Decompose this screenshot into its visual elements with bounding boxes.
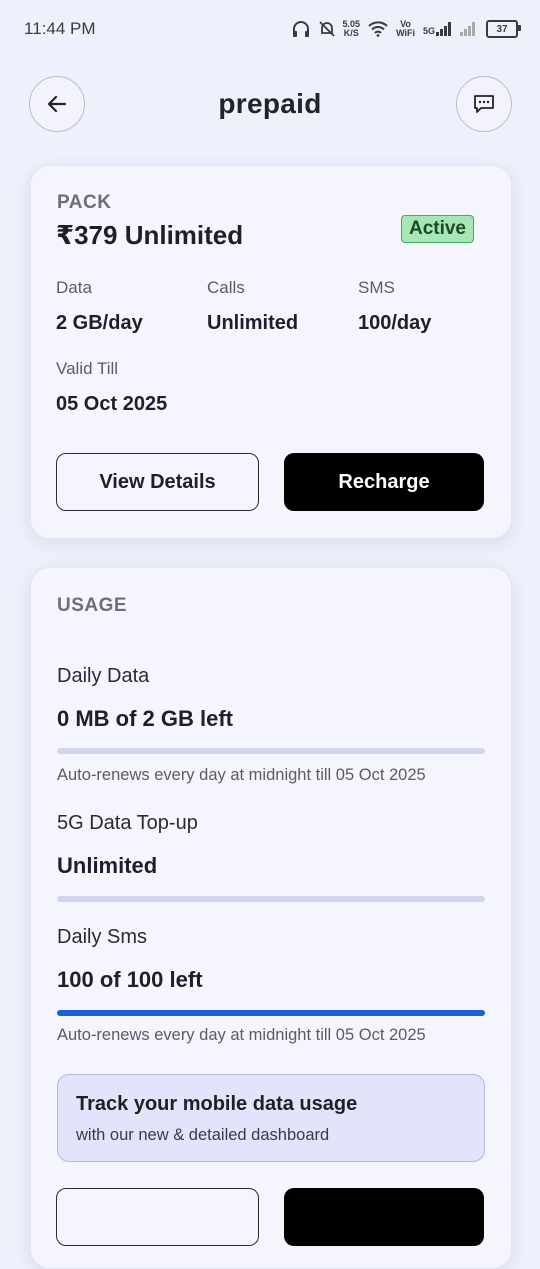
sms-label: SMS bbox=[358, 278, 395, 297]
valid-label: Valid Till bbox=[56, 359, 119, 378]
daily-sms-note: Auto-renews every day at midnight till 0… bbox=[57, 1026, 426, 1044]
mute-bell-icon bbox=[318, 21, 335, 37]
pack-card: PACK ₹379 Unlimited Active Data 2 GB/day… bbox=[30, 165, 512, 539]
status-icons: 5.05 K/S Vo WiFi 5G 37 bbox=[291, 20, 521, 38]
signal-weak-icon bbox=[460, 22, 475, 36]
view-details-button[interactable]: View Details bbox=[56, 453, 259, 511]
daily-sms-label: Daily Sms bbox=[57, 926, 148, 948]
topup-label: 5G Data Top-up bbox=[57, 812, 198, 834]
daily-sms-progress-fill bbox=[57, 1010, 485, 1016]
chat-button[interactable] bbox=[456, 76, 512, 132]
chat-icon bbox=[474, 95, 494, 113]
usage-primary-button[interactable] bbox=[284, 1188, 484, 1246]
topup-progress bbox=[57, 896, 485, 902]
data-stat: Data 2 GB/day bbox=[56, 278, 143, 335]
usage-card: USAGE Daily Data 0 MB of 2 GB left Auto-… bbox=[30, 567, 512, 1269]
daily-data-value: 0 MB of 2 GB left bbox=[57, 706, 234, 731]
calls-stat: Calls Unlimited bbox=[207, 278, 298, 335]
sms-stat: SMS 100/day bbox=[358, 278, 431, 335]
calls-value: Unlimited bbox=[207, 312, 299, 334]
status-bar: 11:44 PM 5.05 K/S Vo WiFi 5G 37 bbox=[0, 0, 540, 58]
battery-level: 37 bbox=[496, 23, 508, 35]
network-speed: 5.05 K/S bbox=[343, 20, 361, 38]
valid-value: 05 Oct 2025 bbox=[56, 393, 168, 415]
daily-data-note: Auto-renews every day at midnight till 0… bbox=[57, 766, 426, 784]
status-badge: Active bbox=[400, 215, 474, 243]
battery-icon: 37 bbox=[486, 20, 521, 38]
header: prepaid bbox=[0, 58, 540, 158]
sms-value: 100/day bbox=[358, 312, 432, 334]
usage-dashboard-promo[interactable]: Track your mobile data usage with our ne… bbox=[57, 1074, 485, 1162]
pack-name: ₹379 Unlimited bbox=[56, 220, 244, 250]
speed-unit: K/S bbox=[343, 28, 359, 38]
network-type: 5G bbox=[422, 26, 435, 36]
daily-data-label: Daily Data bbox=[57, 665, 150, 687]
usage-section-label: USAGE bbox=[57, 595, 128, 616]
vowifi-indicator: Vo WiFi bbox=[396, 20, 415, 38]
headphones-icon bbox=[292, 21, 309, 37]
status-time: 11:44 PM bbox=[24, 19, 96, 38]
calls-label: Calls bbox=[207, 278, 245, 297]
recharge-button[interactable]: Recharge bbox=[284, 453, 484, 511]
daily-sms-progress bbox=[57, 1010, 485, 1016]
promo-subtitle: with our new & detailed dashboard bbox=[76, 1126, 330, 1144]
pack-section-label: PACK bbox=[57, 192, 112, 213]
signal-strong-icon bbox=[436, 22, 451, 36]
promo-title: Track your mobile data usage bbox=[76, 1093, 358, 1115]
daily-sms-value: 100 of 100 left bbox=[57, 967, 203, 992]
usage-secondary-button[interactable] bbox=[56, 1188, 259, 1246]
daily-data-progress bbox=[57, 748, 485, 754]
topup-value: Unlimited bbox=[57, 853, 158, 878]
vowifi-bottom: WiFi bbox=[396, 28, 415, 38]
data-value: 2 GB/day bbox=[56, 312, 143, 334]
signal-5g: 5G bbox=[423, 22, 452, 36]
validity-stat: Valid Till 05 Oct 2025 bbox=[56, 359, 167, 416]
wifi-icon bbox=[368, 21, 388, 37]
data-label: Data bbox=[56, 278, 92, 297]
